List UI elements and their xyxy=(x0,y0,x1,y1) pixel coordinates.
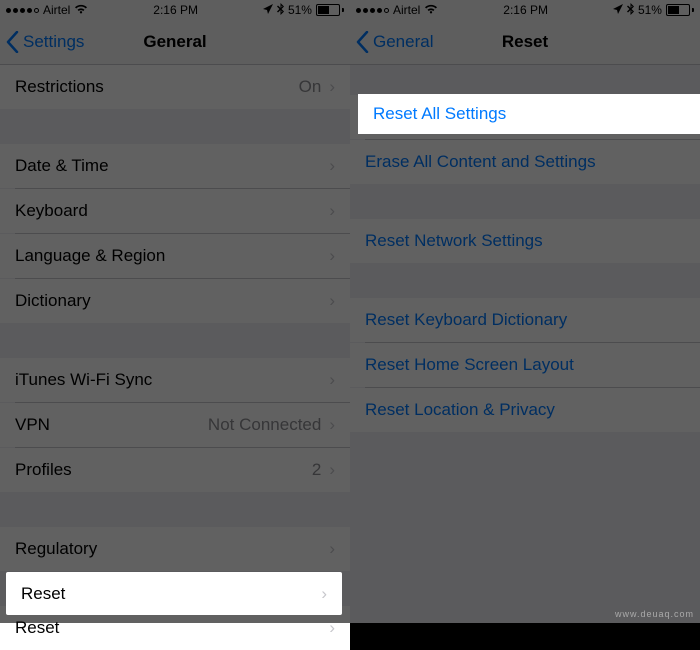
row-label: Regulatory xyxy=(15,539,329,559)
watermark: www.deuaq.com xyxy=(615,609,694,619)
status-bar: Airtel 2:16 PM 51% xyxy=(350,0,700,20)
row-dictionary[interactable]: Dictionary › xyxy=(0,279,350,323)
battery-pct: 51% xyxy=(288,3,312,17)
chevron-right-icon: › xyxy=(329,201,335,221)
row-erase-all-content[interactable]: Erase All Content and Settings xyxy=(350,140,700,184)
row-label: Reset All Settings xyxy=(373,104,506,124)
chevron-right-icon: › xyxy=(321,584,327,604)
row-label: Language & Region xyxy=(15,246,329,266)
status-time: 2:16 PM xyxy=(153,3,198,17)
row-restrictions[interactable]: Restrictions On › xyxy=(0,65,350,109)
row-value: Not Connected xyxy=(208,415,321,435)
chevron-right-icon: › xyxy=(329,415,335,435)
row-keyboard[interactable]: Keyboard › xyxy=(0,189,350,233)
chevron-right-icon: › xyxy=(329,291,335,311)
row-reset-home-screen-layout[interactable]: Reset Home Screen Layout xyxy=(350,343,700,387)
back-button[interactable]: Settings xyxy=(0,31,84,53)
carrier-label: Airtel xyxy=(393,3,420,17)
battery-icon xyxy=(666,4,694,16)
row-profiles[interactable]: Profiles 2 › xyxy=(0,448,350,492)
row-reset-location-privacy[interactable]: Reset Location & Privacy xyxy=(350,388,700,432)
back-label: Settings xyxy=(23,32,84,52)
chevron-right-icon: › xyxy=(329,246,335,266)
row-regulatory[interactable]: Regulatory › xyxy=(0,527,350,571)
phone-general-screen: Airtel 2:16 PM 51% Settings General Res xyxy=(0,0,350,623)
location-icon xyxy=(613,3,623,17)
chevron-right-icon: › xyxy=(329,77,335,97)
chevron-right-icon: › xyxy=(329,539,335,559)
row-value: 2 xyxy=(312,460,321,480)
chevron-left-icon xyxy=(356,31,369,53)
row-vpn[interactable]: VPN Not Connected › xyxy=(0,403,350,447)
row-label: Reset Home Screen Layout xyxy=(365,355,685,375)
row-reset-keyboard-dictionary[interactable]: Reset Keyboard Dictionary xyxy=(350,298,700,342)
row-label: Profiles xyxy=(15,460,312,480)
row-label: Restrictions xyxy=(15,77,299,97)
status-bar: Airtel 2:16 PM 51% xyxy=(0,0,350,20)
nav-bar: Settings General xyxy=(0,20,350,65)
row-label: Reset xyxy=(15,618,329,638)
row-language-region[interactable]: Language & Region › xyxy=(0,234,350,278)
row-label: VPN xyxy=(15,415,208,435)
chevron-left-icon xyxy=(6,31,19,53)
back-button[interactable]: General xyxy=(350,31,433,53)
chevron-right-icon: › xyxy=(329,618,335,638)
chevron-right-icon: › xyxy=(329,156,335,176)
battery-icon xyxy=(316,4,344,16)
chevron-right-icon: › xyxy=(329,370,335,390)
row-label: Dictionary xyxy=(15,291,329,311)
row-label: Reset Location & Privacy xyxy=(365,400,685,420)
carrier-label: Airtel xyxy=(43,3,70,17)
row-reset-all-settings-highlight[interactable]: Reset All Settings xyxy=(358,94,700,134)
row-itunes-wifi-sync[interactable]: iTunes Wi-Fi Sync › xyxy=(0,358,350,402)
location-icon xyxy=(263,3,273,17)
row-value: On xyxy=(299,77,322,97)
row-date-time[interactable]: Date & Time › xyxy=(0,144,350,188)
signal-dots-icon xyxy=(6,8,39,13)
nav-bar: General Reset xyxy=(350,20,700,65)
row-reset-highlight[interactable]: Reset › xyxy=(6,572,342,615)
status-time: 2:16 PM xyxy=(503,3,548,17)
bluetooth-icon xyxy=(277,3,284,18)
row-label: Date & Time xyxy=(15,156,329,176)
row-label: Erase All Content and Settings xyxy=(365,152,685,172)
back-label: General xyxy=(373,32,433,52)
row-reset-network-settings[interactable]: Reset Network Settings xyxy=(350,219,700,263)
row-label: Reset xyxy=(21,584,65,604)
wifi-icon xyxy=(424,3,438,17)
row-label: Reset Network Settings xyxy=(365,231,685,251)
bluetooth-icon xyxy=(627,3,634,18)
wifi-icon xyxy=(74,3,88,17)
row-label: Keyboard xyxy=(15,201,329,221)
battery-pct: 51% xyxy=(638,3,662,17)
row-label: iTunes Wi-Fi Sync xyxy=(15,370,329,390)
chevron-right-icon: › xyxy=(329,460,335,480)
signal-dots-icon xyxy=(356,8,389,13)
row-label: Reset Keyboard Dictionary xyxy=(365,310,685,330)
